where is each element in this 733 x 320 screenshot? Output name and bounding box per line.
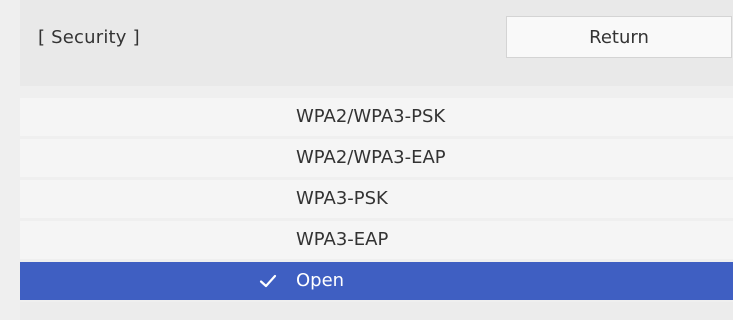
security-options-list: WPA2/WPA3-PSK WPA2/WPA3-EAP WPA3-PSK WPA…: [20, 98, 733, 303]
list-item-wpa2-wpa3-eap[interactable]: WPA2/WPA3-EAP: [20, 139, 733, 177]
return-button[interactable]: Return: [506, 16, 732, 58]
checkmark-icon: [259, 274, 277, 288]
list-item-label: WPA2/WPA3-EAP: [296, 147, 446, 168]
list-item-wpa3-eap[interactable]: WPA3-EAP: [20, 221, 733, 259]
list-item-label: WPA2/WPA3-PSK: [296, 106, 446, 127]
list-item-label: WPA3-PSK: [296, 188, 388, 209]
list-item-label: Open: [296, 270, 345, 291]
security-dialog: [ Security ] Return WPA2/WPA3-PSK WPA2/W…: [0, 0, 733, 320]
dialog-header: [ Security ] Return: [20, 0, 733, 86]
list-item-label: WPA3-EAP: [296, 229, 389, 250]
bottom-area: [20, 302, 733, 320]
list-item-wpa2-wpa3-psk[interactable]: WPA2/WPA3-PSK: [20, 98, 733, 136]
list-item-wpa3-psk[interactable]: WPA3-PSK: [20, 180, 733, 218]
list-item-open[interactable]: Open: [20, 262, 733, 300]
page-title: [ Security ]: [38, 27, 140, 48]
